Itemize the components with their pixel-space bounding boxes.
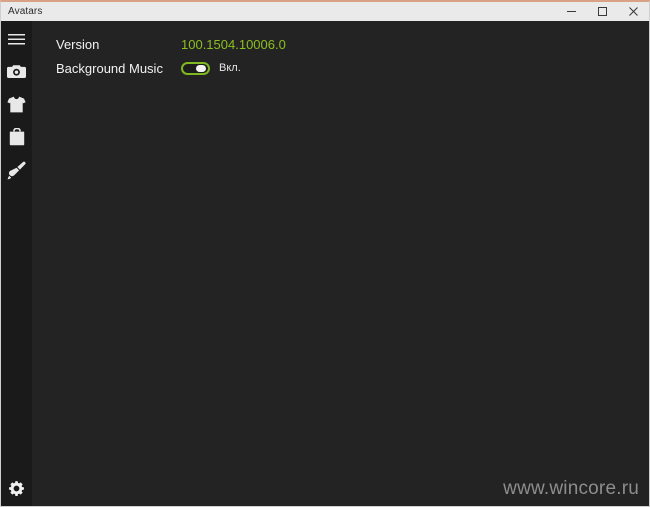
shopping-bag-icon bbox=[9, 128, 25, 146]
background-music-label: Background Music bbox=[56, 60, 163, 76]
hamburger-menu-icon bbox=[8, 33, 25, 46]
camera-icon bbox=[7, 64, 26, 79]
window-caption-buttons bbox=[556, 2, 649, 21]
close-button[interactable] bbox=[618, 2, 649, 21]
window-title: Avatars bbox=[8, 6, 43, 17]
app-window: Avatars Version 100.1504.10006.0 Backgro… bbox=[0, 0, 650, 507]
maximize-button[interactable] bbox=[587, 2, 618, 21]
minimize-button[interactable] bbox=[556, 2, 587, 21]
content-area: Version 100.1504.10006.0 Background Musi… bbox=[32, 21, 649, 506]
setting-row-background-music: Background Music Вкл. bbox=[56, 57, 286, 79]
gear-icon bbox=[8, 480, 25, 497]
background-music-state-label: Вкл. bbox=[219, 62, 241, 74]
toggle-knob bbox=[196, 64, 206, 72]
setting-row-version: Version 100.1504.10006.0 bbox=[56, 33, 286, 55]
paint-brush-icon bbox=[7, 161, 26, 180]
settings-list: Version 100.1504.10006.0 Background Musi… bbox=[56, 33, 286, 81]
maximize-icon bbox=[597, 6, 608, 17]
close-icon bbox=[628, 6, 639, 17]
tshirt-icon bbox=[7, 96, 26, 113]
version-value: 100.1504.10006.0 bbox=[181, 36, 286, 52]
background-music-toggle-group: Вкл. bbox=[181, 61, 241, 75]
sidebar-item-store[interactable] bbox=[1, 122, 32, 152]
title-bar: Avatars bbox=[1, 2, 649, 21]
version-label: Version bbox=[56, 36, 100, 52]
sidebar-item-menu[interactable] bbox=[1, 24, 32, 54]
sidebar-item-styles[interactable] bbox=[1, 155, 32, 185]
watermark: www.wincore.ru bbox=[503, 478, 639, 499]
minimize-icon bbox=[566, 6, 577, 17]
sidebar-item-clothing[interactable] bbox=[1, 89, 32, 119]
sidebar bbox=[1, 21, 32, 506]
sidebar-item-settings[interactable] bbox=[1, 473, 32, 503]
sidebar-item-camera[interactable] bbox=[1, 56, 32, 86]
background-music-toggle[interactable] bbox=[181, 61, 210, 75]
